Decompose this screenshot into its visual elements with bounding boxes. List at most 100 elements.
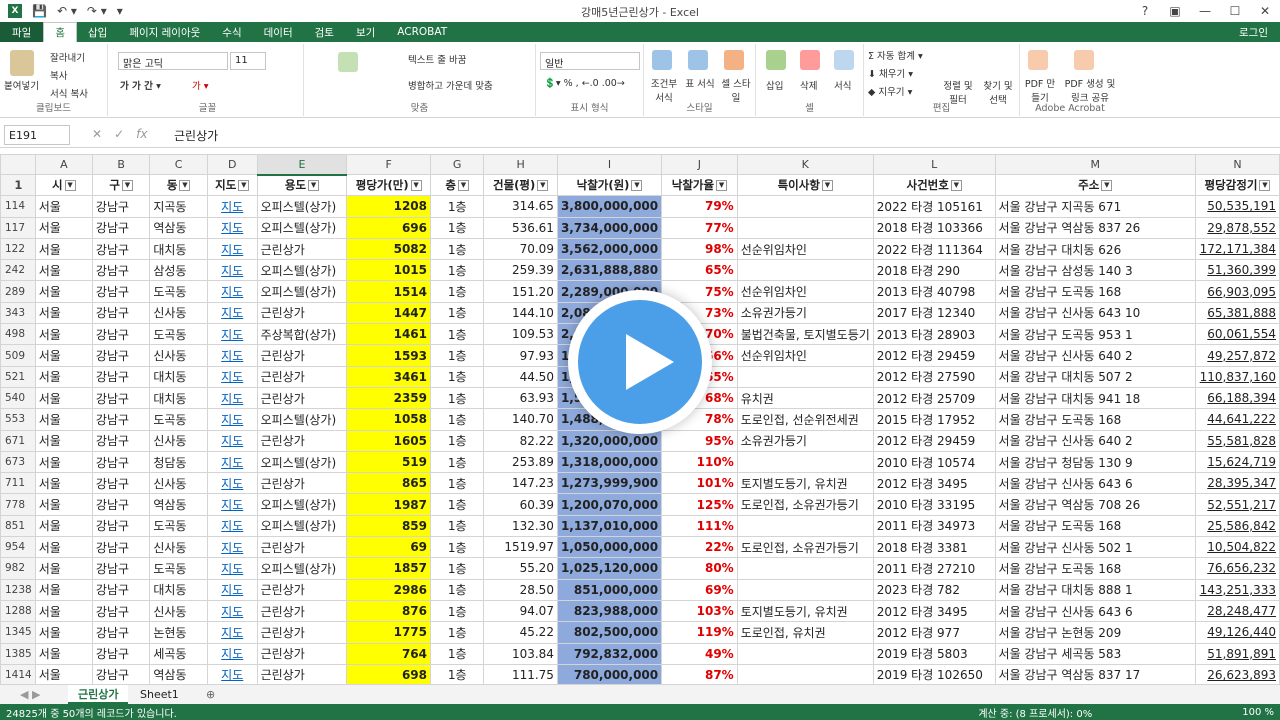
table-cell[interactable]: 1514 [346, 280, 432, 303]
table-cell[interactable]: 55.20 [483, 557, 558, 580]
table-cell[interactable]: 서울 강남구 역삼동 837 26 [994, 216, 1196, 239]
map-link[interactable]: 지도 [206, 450, 258, 474]
table-cell[interactable]: 서울 [34, 450, 93, 474]
format-table-button[interactable]: 표 서식 [682, 76, 718, 90]
table-cell[interactable]: 2,631,888,880 [556, 259, 663, 282]
table-cell[interactable]: 2018 타경 290 [872, 259, 996, 282]
table-cell[interactable]: 94.07 [483, 599, 558, 623]
map-link[interactable]: 지도 [206, 493, 258, 516]
filter-dropdown-icon[interactable]: ▼ [950, 180, 962, 192]
table-cell[interactable]: 519 [346, 450, 432, 474]
table-cell[interactable]: 5082 [346, 237, 432, 261]
map-link[interactable]: 지도 [206, 514, 258, 538]
filter-dropdown-icon[interactable]: ▼ [64, 180, 76, 192]
table-cell[interactable]: 서울 [34, 323, 93, 346]
table-cell[interactable]: 1,273,999,900 [556, 472, 663, 495]
filter-dropdown-icon[interactable]: ▼ [1101, 180, 1113, 192]
table-cell[interactable]: 선순위임차인 [736, 344, 874, 367]
table-cell[interactable]: 강남구 [91, 323, 151, 346]
table-cell[interactable]: 1층 [430, 663, 485, 684]
column-header-J[interactable]: J [661, 154, 738, 175]
table-cell[interactable]: 근린상가 [256, 344, 348, 367]
column-header-G[interactable]: G [430, 154, 485, 175]
row-header[interactable]: 982 [0, 557, 36, 580]
table-cell[interactable]: 강남구 [91, 557, 151, 580]
table-cell[interactable]: 69% [661, 578, 738, 601]
table-cell[interactable]: 1층 [430, 301, 485, 325]
table-cell[interactable] [736, 450, 874, 474]
table-cell[interactable]: 논현동 [149, 621, 208, 644]
tab-review[interactable]: 검토 [304, 22, 345, 42]
table-cell[interactable]: 서울 강남구 대치동 941 18 [994, 386, 1196, 410]
fill-button[interactable]: ⬇ 채우기 ▾ [868, 66, 913, 80]
map-link[interactable]: 지도 [206, 408, 258, 431]
tab-home[interactable]: 홈 [43, 22, 77, 42]
table-cell[interactable] [736, 514, 874, 538]
table-cell[interactable]: 125% [661, 493, 738, 516]
row-header[interactable]: 114 [0, 195, 36, 218]
table-cell[interactable]: 서울 [34, 599, 93, 623]
table-cell[interactable]: 2012 타경 25709 [872, 386, 996, 410]
table-cell[interactable]: 서울 [34, 237, 93, 261]
map-link[interactable]: 지도 [206, 642, 258, 665]
table-cell[interactable]: 서울 강남구 청담동 130 9 [994, 450, 1196, 474]
table-cell[interactable] [736, 216, 874, 239]
formula-input[interactable]: 근린상가 [168, 125, 1276, 145]
row-header[interactable]: 289 [0, 280, 36, 303]
table-cell[interactable]: 63.93 [483, 386, 558, 410]
table-cell[interactable]: 1층 [430, 408, 485, 431]
table-cell[interactable]: 55,581,828 [1194, 429, 1280, 452]
table-cell[interactable]: 859 [346, 514, 432, 538]
column-header-E[interactable]: E [256, 154, 348, 176]
help-icon[interactable]: ? [1130, 0, 1160, 22]
field-header-cell[interactable]: 지도 ▼ [206, 173, 258, 197]
table-cell[interactable]: 95% [661, 429, 738, 452]
table-cell[interactable]: 서울 [34, 408, 93, 431]
table-cell[interactable]: 서울 강남구 도곡동 168 [994, 408, 1196, 431]
table-cell[interactable]: 서울 [34, 514, 93, 538]
table-cell[interactable]: 도곡동 [149, 408, 208, 431]
table-cell[interactable]: 서울 강남구 삼성동 140 3 [994, 259, 1196, 282]
table-cell[interactable]: 선순위임차인 [736, 280, 874, 303]
column-header-C[interactable]: C [149, 154, 208, 175]
table-cell[interactable]: 3461 [346, 365, 432, 388]
map-link[interactable]: 지도 [206, 237, 258, 261]
tab-file[interactable]: 파일 [0, 22, 44, 42]
row-header[interactable]: 498 [0, 323, 36, 346]
table-cell[interactable]: 10,504,822 [1194, 536, 1280, 559]
field-header-cell[interactable]: 평당가(만) ▼ [346, 173, 432, 197]
table-cell[interactable]: 3,734,000,000 [556, 216, 663, 239]
tab-data[interactable]: 데이터 [253, 22, 304, 42]
close-icon[interactable]: ✕ [1250, 0, 1280, 22]
table-cell[interactable]: 2019 타경 5803 [872, 642, 996, 665]
table-cell[interactable] [736, 557, 874, 580]
table-cell[interactable]: 오피스텔(상가) [256, 195, 348, 218]
table-cell[interactable]: 536.61 [483, 216, 558, 239]
table-cell[interactable]: 강남구 [91, 386, 151, 410]
table-cell[interactable]: 강남구 [91, 599, 151, 623]
insert-cells-icon[interactable] [766, 50, 786, 70]
table-cell[interactable]: 신사동 [149, 599, 208, 623]
table-cell[interactable]: 1,050,000,000 [556, 536, 663, 559]
clear-button[interactable]: ◆ 지우기 ▾ [868, 84, 912, 98]
table-cell[interactable]: 259.39 [483, 259, 558, 282]
table-cell[interactable] [736, 642, 874, 665]
table-cell[interactable]: 2012 타경 3495 [872, 599, 996, 623]
table-cell[interactable]: 792,832,000 [556, 642, 663, 665]
table-cell[interactable]: 서울 강남구 신사동 643 6 [994, 472, 1196, 495]
column-header-B[interactable]: B [91, 154, 151, 175]
table-cell[interactable]: 2023 타경 782 [872, 578, 996, 601]
table-cell[interactable]: 2019 타경 102650 [872, 663, 996, 684]
pdf-create-button[interactable]: PDF 만들기 [1022, 76, 1058, 104]
table-cell[interactable]: 서울 강남구 역삼동 708 26 [994, 493, 1196, 516]
table-cell[interactable]: 근린상가 [256, 536, 348, 559]
table-cell[interactable]: 서울 [34, 195, 93, 218]
table-cell[interactable]: 25,586,842 [1194, 514, 1280, 538]
table-cell[interactable]: 1층 [430, 386, 485, 410]
row-header[interactable]: 117 [0, 216, 36, 239]
table-cell[interactable]: 49,257,872 [1194, 344, 1280, 367]
table-cell[interactable]: 314.65 [483, 195, 558, 218]
field-header-cell[interactable]: 사건번호 ▼ [872, 173, 996, 197]
row-header[interactable]: 671 [0, 429, 36, 452]
row-header[interactable]: 521 [0, 365, 36, 388]
